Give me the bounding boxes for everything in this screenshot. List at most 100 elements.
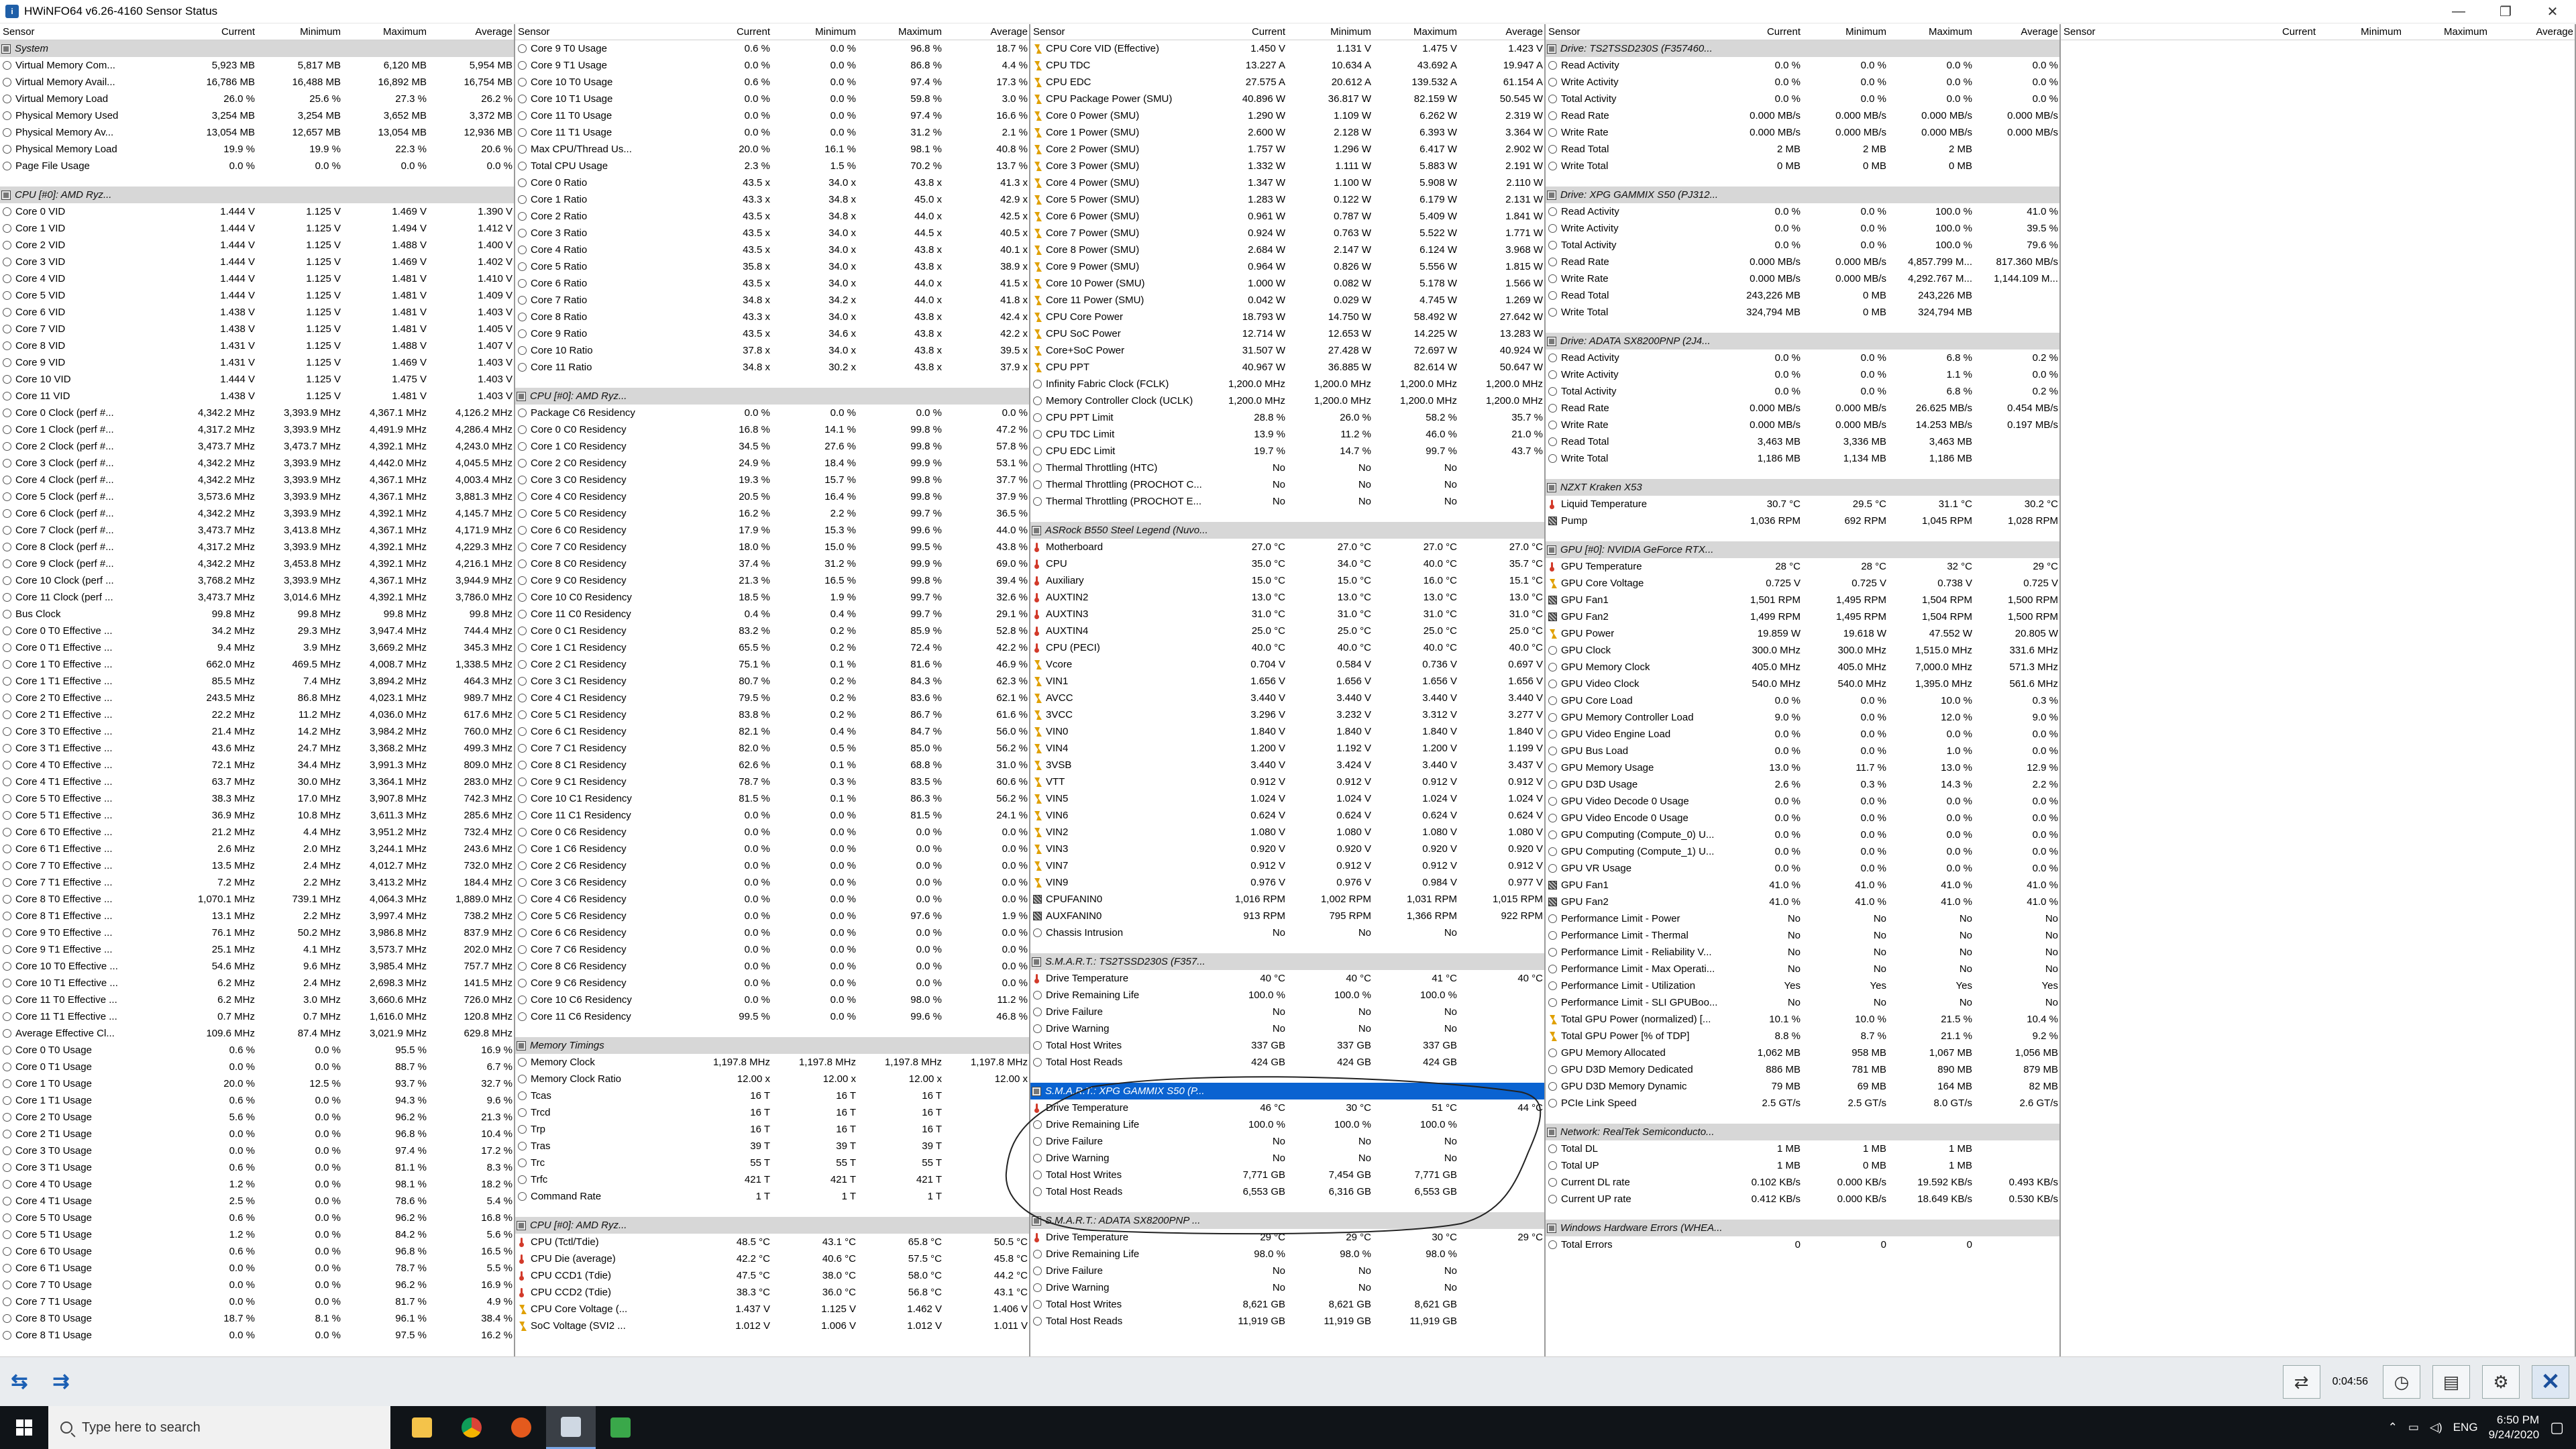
- sensor-row[interactable]: Memory Controller Clock (UCLK) 1,200.0 MH…: [1030, 392, 1544, 409]
- column-header-maximum[interactable]: Maximum: [1889, 24, 1975, 40]
- sensor-row[interactable]: Package C6 Residency 0.0 % 0.0 % 0.0 % 0.0 %: [515, 405, 1029, 421]
- sensor-row[interactable]: Total Errors 0 0 0: [1546, 1236, 2059, 1253]
- taskbar-sensor-app[interactable]: [596, 1406, 645, 1449]
- sensor-group-header[interactable]: GPU [#0]: NVIDIA GeForce RTX...: [1546, 541, 2059, 558]
- sensor-row[interactable]: VIN9 0.976 V 0.976 V 0.984 V 0.977 V: [1030, 874, 1544, 891]
- sensor-row[interactable]: Write Rate 0.000 MB/s 0.000 MB/s 0.000 MB/s…: [1546, 124, 2059, 141]
- sensor-row[interactable]: GPU Memory Usage 13.0 % 11.7 % 13.0 % 12.9 %: [1546, 759, 2059, 776]
- column-header-maximum[interactable]: Maximum: [859, 24, 945, 40]
- restore-button[interactable]: ❐: [2482, 0, 2529, 23]
- sensor-group-header[interactable]: Drive: ADATA SX8200PNP (2J4...: [1546, 333, 2059, 350]
- sensor-row[interactable]: Core 6 T0 Usage 0.6 % 0.0 % 96.8 % 16.5 %: [0, 1243, 514, 1260]
- sensor-row[interactable]: CPU EDC Limit 19.7 % 14.7 % 99.7 % 43.7 %: [1030, 443, 1544, 460]
- sensor-row[interactable]: Core 9 C1 Residency 78.7 % 0.3 % 83.5 % 60.6…: [515, 773, 1029, 790]
- sensor-row[interactable]: Write Total 324,794 MB 0 MB 324,794 MB: [1546, 304, 2059, 321]
- sensor-row[interactable]: Core 5 C1 Residency 83.8 % 0.2 % 86.7 % 61.6…: [515, 706, 1029, 723]
- sensor-row[interactable]: GPU Memory Allocated 1,062 MB 958 MB 1,067 …: [1546, 1044, 2059, 1061]
- sensor-row[interactable]: GPU Fan2 1,499 RPM 1,495 RPM 1,504 RPM 1,500…: [1546, 608, 2059, 625]
- minimize-button[interactable]: —: [2435, 0, 2482, 23]
- sensor-row[interactable]: Total Host Reads 424 GB 424 GB 424 GB: [1030, 1054, 1544, 1071]
- sensor-row[interactable]: AUXTIN4 25.0 °C 25.0 °C 25.0 °C 25.0 °C: [1030, 623, 1544, 639]
- sensor-group-header[interactable]: Network: RealTek Semiconducto...: [1546, 1124, 2059, 1140]
- sensor-panel-3[interactable]: Sensor Current Minimum Maximum Average CPU Co…: [1030, 24, 1546, 1366]
- sensor-row[interactable]: Core 3 Ratio 43.5 x 34.0 x 44.5 x 40.5 x: [515, 225, 1029, 241]
- sensor-row[interactable]: Drive Warning No No No: [1030, 1279, 1544, 1296]
- sensor-row[interactable]: Read Total 3,463 MB 3,336 MB 3,463 MB: [1546, 433, 2059, 450]
- column-header-sensor[interactable]: Sensor: [1546, 24, 1717, 40]
- sensor-row[interactable]: GPU D3D Memory Dynamic 79 MB 69 MB 164 MB 82…: [1546, 1078, 2059, 1095]
- sensor-row[interactable]: Core 9 T1 Usage 0.0 % 0.0 % 86.8 % 4.4 %: [515, 57, 1029, 74]
- sensor-row[interactable]: AVCC 3.440 V 3.440 V 3.440 V 3.440 V: [1030, 690, 1544, 706]
- sensor-row[interactable]: Core 11 T1 Usage 0.0 % 0.0 % 31.2 % 2.1 %: [515, 124, 1029, 141]
- sensor-row[interactable]: GPU Video Engine Load 0.0 % 0.0 % 0.0 % 0.0 …: [1546, 726, 2059, 743]
- sensor-row[interactable]: GPU VR Usage 0.0 % 0.0 % 0.0 % 0.0 %: [1546, 860, 2059, 877]
- column-header-average[interactable]: Average: [2490, 24, 2575, 40]
- sensor-group-header[interactable]: Drive: XPG GAMMIX S50 (PJ312...: [1546, 186, 2059, 203]
- report-icon[interactable]: ▤: [2432, 1365, 2470, 1399]
- column-header-maximum[interactable]: Maximum: [1374, 24, 1460, 40]
- sensor-row[interactable]: Core 3 T1 Usage 0.6 % 0.0 % 81.1 % 8.3 %: [0, 1159, 514, 1176]
- sensor-row[interactable]: GPU Memory Clock 405.0 MHz 405.0 MHz 7,000.…: [1546, 659, 2059, 676]
- sensor-row[interactable]: Core 7 T1 Usage 0.0 % 0.0 % 81.7 % 4.9 %: [0, 1293, 514, 1310]
- sensor-row[interactable]: Trcd 16 T 16 T 16 T: [515, 1104, 1029, 1121]
- sensor-row[interactable]: Read Activity 0.0 % 0.0 % 0.0 % 0.0 %: [1546, 57, 2059, 74]
- sensor-row[interactable]: Core 1 Power (SMU) 2.600 W 2.128 W 6.393 W3…: [1030, 124, 1544, 141]
- sensor-row[interactable]: Memory Clock Ratio 12.00 x 12.00 x 12.00 x1…: [515, 1071, 1029, 1087]
- sensor-row[interactable]: Motherboard 27.0 °C 27.0 °C 27.0 °C 27.0 °C: [1030, 539, 1544, 555]
- sensor-row[interactable]: Core 7 Clock (perf #... 3,473.7 MHz 3,413.…: [0, 522, 514, 539]
- sensor-row[interactable]: Total GPU Power [% of TDP] 8.8 % 8.7 % 21.1…: [1546, 1028, 2059, 1044]
- sensor-row[interactable]: Core 3 C1 Residency 80.7 % 0.2 % 84.3 % 62.3…: [515, 673, 1029, 690]
- sensor-row[interactable]: Physical Memory Used 3,254 MB 3,254 MB 3,65…: [0, 107, 514, 124]
- sensor-row[interactable]: Command Rate 1 T1 T1 T: [515, 1188, 1029, 1205]
- sensor-row[interactable]: GPU Core Voltage 0.725 V 0.725 V 0.738 V 0.7…: [1546, 575, 2059, 592]
- column-header-current[interactable]: Current: [172, 24, 258, 40]
- taskbar-chrome[interactable]: [447, 1406, 496, 1449]
- sensor-row[interactable]: Core 8 T0 Usage 18.7 % 8.1 % 96.1 % 38.4 %: [0, 1310, 514, 1327]
- sensor-row[interactable]: Core 6 C0 Residency 17.9 % 15.3 % 99.6 % 44.…: [515, 522, 1029, 539]
- sensor-row[interactable]: Total Activity 0.0 % 0.0 % 100.0 % 79.6 %: [1546, 237, 2059, 254]
- sensor-row[interactable]: Drive Temperature 40 °C 40 °C 41 °C 40 °C: [1030, 970, 1544, 987]
- column-header-average[interactable]: Average: [945, 24, 1029, 40]
- sensor-row[interactable]: Core 8 T1 Effective ... 13.1 MHz 2.2 MHz 3,…: [0, 908, 514, 924]
- sensor-row[interactable]: Core 1 T0 Usage 20.0 % 12.5 % 93.7 % 32.7 %: [0, 1075, 514, 1092]
- sensor-panel-1[interactable]: Sensor Current Minimum Maximum Average System…: [0, 24, 515, 1366]
- sensor-row[interactable]: Core 4 T1 Usage 2.5 % 0.0 % 78.6 % 5.4 %: [0, 1193, 514, 1210]
- sensor-panel-5[interactable]: Sensor Current Minimum Maximum Average: [2061, 24, 2576, 1366]
- network-icon[interactable]: ▭: [2408, 1421, 2419, 1434]
- sensor-row[interactable]: Thermal Throttling (PROCHOT C... No No No: [1030, 476, 1544, 493]
- sensor-row[interactable]: Thermal Throttling (HTC) No No No: [1030, 460, 1544, 476]
- sensor-row[interactable]: Read Rate 0.000 MB/s 0.000 MB/s 0.000 MB/s 0…: [1546, 107, 2059, 124]
- sensor-row[interactable]: Write Total 0 MB 0 MB 0 MB: [1546, 158, 2059, 174]
- sensor-row[interactable]: Core 7 T0 Usage 0.0 % 0.0 % 96.2 % 16.9 %: [0, 1277, 514, 1293]
- sensor-row[interactable]: GPU Core Load 0.0 % 0.0 % 10.0 % 0.3 %: [1546, 692, 2059, 709]
- sensor-row[interactable]: Core 4 C1 Residency 79.5 % 0.2 % 83.6 % 62.1…: [515, 690, 1029, 706]
- sensor-row[interactable]: VIN1 1.656 V 1.656 V 1.656 V 1.656 V: [1030, 673, 1544, 690]
- sensor-row[interactable]: Total CPU Usage 2.3 % 1.5 % 70.2 % 13.7 %: [515, 158, 1029, 174]
- sensor-row[interactable]: Core 6 T1 Usage 0.0 % 0.0 % 78.7 % 5.5 %: [0, 1260, 514, 1277]
- sensor-row[interactable]: Drive Remaining Life 100.0 % 100.0 % 100.0 …: [1030, 987, 1544, 1004]
- column-header-sensor[interactable]: Sensor: [515, 24, 687, 40]
- sensor-row[interactable]: CPU Die (average) 42.2 °C 40.6 °C 57.5 °C 45…: [515, 1250, 1029, 1267]
- sensor-row[interactable]: Core 5 C6 Residency 0.0 % 0.0 % 97.6 % 1.9 %: [515, 908, 1029, 924]
- sensor-row[interactable]: Core 4 T0 Usage 1.2 % 0.0 % 98.1 % 18.2 %: [0, 1176, 514, 1193]
- sensor-row[interactable]: Liquid Temperature 30.7 °C 29.5 °C 31.1 °C 3…: [1546, 496, 2059, 513]
- sensor-row[interactable]: Core 7 Ratio 34.8 x 34.2 x 44.0 x 41.8 x: [515, 292, 1029, 309]
- sensor-row[interactable]: Drive Remaining Life 100.0 % 100.0 % 100.0 …: [1030, 1116, 1544, 1133]
- sensor-row[interactable]: VIN4 1.200 V 1.192 V 1.200 V 1.199 V: [1030, 740, 1544, 757]
- sensor-row[interactable]: Core 10 C1 Residency 81.5 % 0.1 % 86.3 % 56.…: [515, 790, 1029, 807]
- sensor-row[interactable]: Core 6 C6 Residency 0.0 % 0.0 % 0.0 % 0.0 %: [515, 924, 1029, 941]
- sensor-row[interactable]: CPU EDC 27.575 A 20.612 A 139.532 A 61.154 A: [1030, 74, 1544, 91]
- sensor-row[interactable]: Core 8 T0 Effective ... 1,070.1 MHz 739.1 …: [0, 891, 514, 908]
- sensor-row[interactable]: Drive Temperature 46 °C 30 °C 51 °C 44 °C: [1030, 1099, 1544, 1116]
- column-header-current[interactable]: Current: [1717, 24, 1803, 40]
- sensor-row[interactable]: CPU PPT Limit 28.8 % 26.0 % 58.2 % 35.7 %: [1030, 409, 1544, 426]
- sensor-row[interactable]: GPU Memory Controller Load 9.0 % 0.0 % 12.0…: [1546, 709, 2059, 726]
- tray-chevron-icon[interactable]: ⌃: [2388, 1421, 2398, 1434]
- sensor-row[interactable]: Core 0 Ratio 43.5 x 34.0 x 43.8 x 41.3 x: [515, 174, 1029, 191]
- sensor-row[interactable]: CPUFANIN0 1,016 RPM 1,002 RPM 1,031 RPM 1,01…: [1030, 891, 1544, 908]
- sensor-row[interactable]: Read Rate 0.000 MB/s 0.000 MB/s 4,857.799 M…: [1546, 254, 2059, 270]
- sensor-row[interactable]: CPU Core Power 18.793 W 14.750 W 58.492 W 27…: [1030, 309, 1544, 325]
- sensor-row[interactable]: Core 11 C1 Residency 0.0 % 0.0 % 81.5 % 24.1…: [515, 807, 1029, 824]
- sensor-row[interactable]: Core 5 C0 Residency 16.2 % 2.2 % 99.7 % 36.5…: [515, 505, 1029, 522]
- sensor-row[interactable]: Read Total 243,226 MB 0 MB 243,226 MB: [1546, 287, 2059, 304]
